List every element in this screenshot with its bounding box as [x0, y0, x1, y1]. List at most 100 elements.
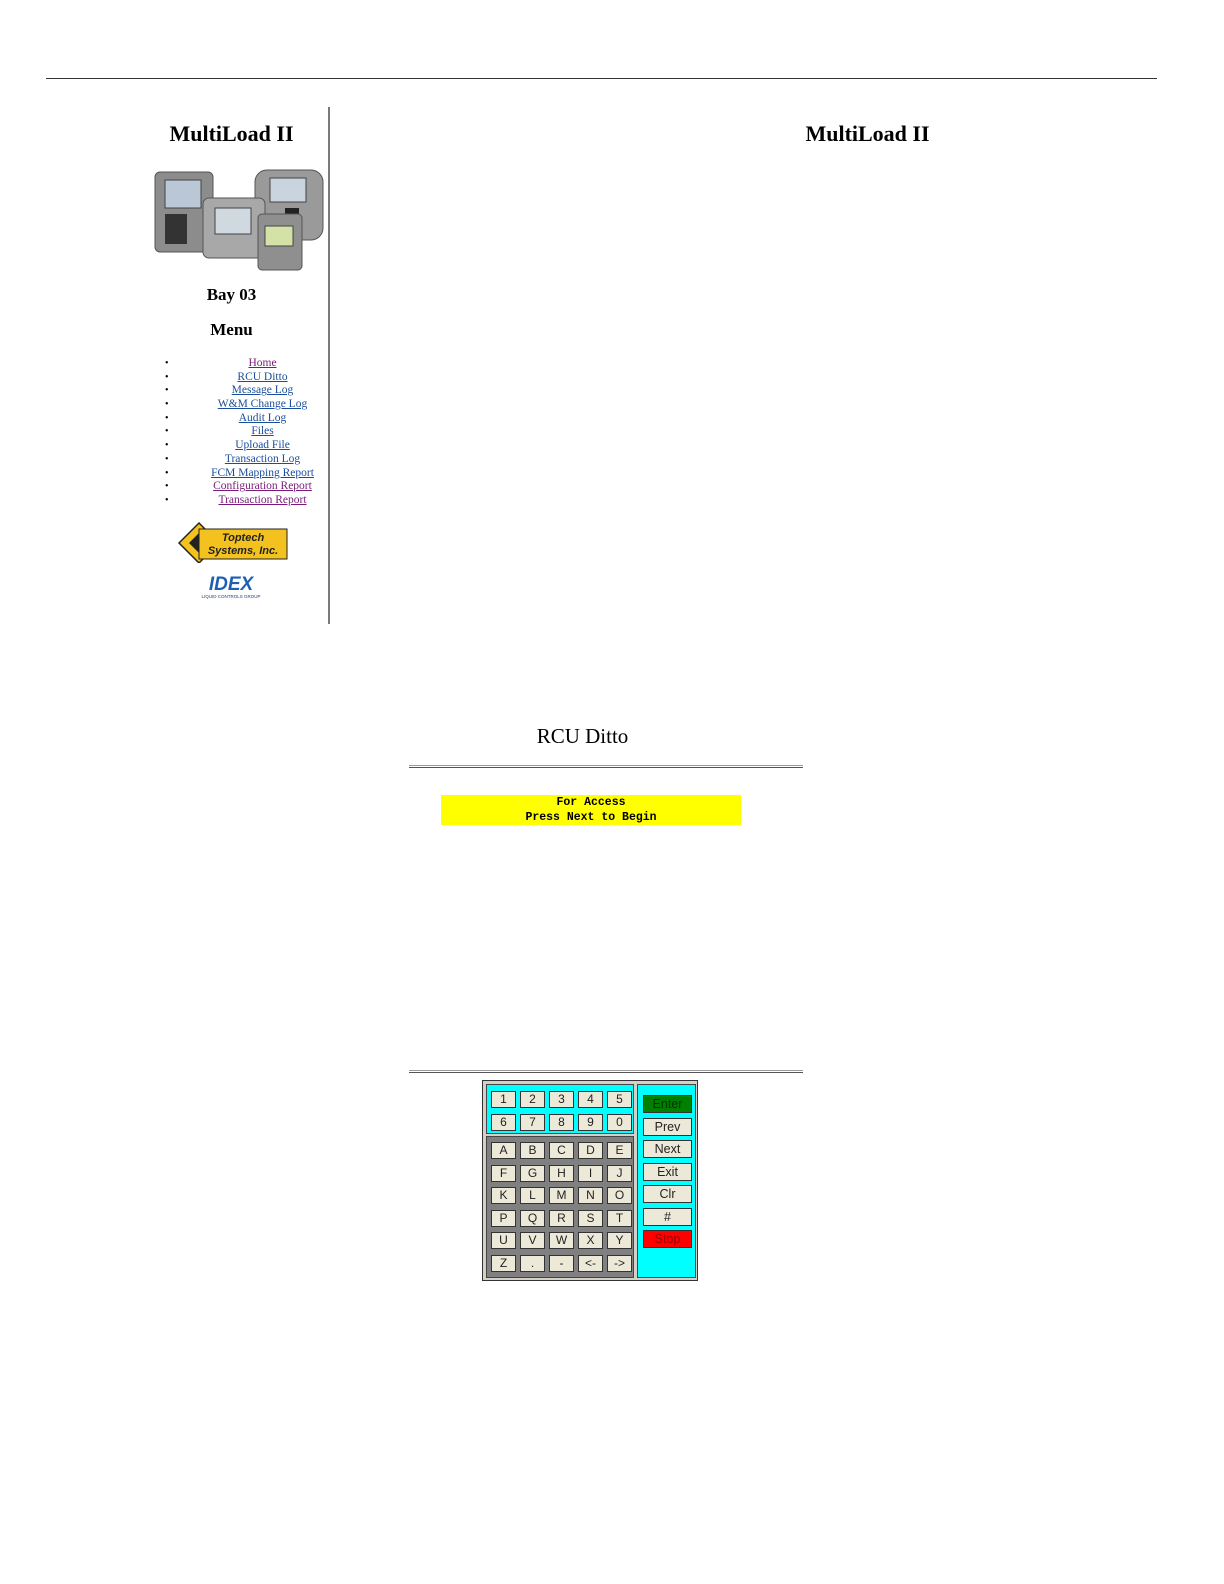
prev-button[interactable]: Prev: [643, 1117, 692, 1136]
key-2[interactable]: 2: [520, 1091, 545, 1108]
menu-link-rcu-ditto[interactable]: RCU Ditto: [237, 371, 287, 383]
page-title: MultiLoad II: [805, 121, 930, 146]
bullet-icon: •: [165, 494, 169, 506]
menu-list: • Home • RCU Ditto • Message Log • W&M Change L…: [135, 357, 360, 508]
menu-item: • Message Log: [135, 384, 360, 398]
menu-link-home[interactable]: Home: [248, 357, 276, 369]
key-k[interactable]: K: [491, 1187, 516, 1204]
key-b[interactable]: B: [520, 1142, 545, 1159]
key-4[interactable]: 4: [578, 1091, 603, 1108]
toptech-logo: Toptech Systems, Inc.: [177, 521, 288, 563]
key-z[interactable]: Z: [491, 1254, 516, 1272]
exit-button[interactable]: Exit: [643, 1162, 692, 1181]
key-y[interactable]: Y: [607, 1232, 632, 1249]
key-back[interactable]: <-: [578, 1254, 603, 1272]
function-keypad: Enter Prev Next Exit Clr # Stop: [637, 1084, 696, 1278]
menu-item: • Configuration Report: [135, 480, 360, 494]
menu-link-w-m-change-log[interactable]: W&M Change Log: [218, 398, 307, 410]
key-p[interactable]: P: [491, 1209, 516, 1227]
rcu-display: For Access Press Next to Begin: [441, 795, 741, 825]
key-g[interactable]: G: [520, 1164, 545, 1182]
numeric-keypad: 12345 67890: [486, 1084, 634, 1134]
keypad: 12345 67890 A B C D E F G H I J K L M N O P Q R S T U V W X Y Z. - <…: [482, 1080, 698, 1281]
key-h[interactable]: H: [549, 1164, 574, 1182]
menu-item: • RCU Ditto: [135, 371, 360, 385]
menu-link-fcm-mapping-report[interactable]: FCM Mapping Report: [211, 467, 314, 479]
key-5[interactable]: 5: [607, 1091, 632, 1108]
key-i[interactable]: I: [578, 1164, 603, 1182]
menu-item: • FCM Mapping Report: [135, 467, 360, 481]
bullet-icon: •: [165, 426, 169, 438]
menu-item: • Files: [135, 425, 360, 439]
bullet-icon: •: [165, 440, 169, 452]
display-line-2: Press Next to Begin: [525, 811, 657, 824]
bullet-icon: •: [165, 399, 169, 411]
key-a[interactable]: A: [491, 1142, 516, 1159]
clr-button[interactable]: Clr: [643, 1185, 692, 1203]
menu-link-files[interactable]: Files: [251, 425, 273, 437]
menu-link-transaction-report[interactable]: Transaction Report: [218, 494, 306, 506]
rcu-title: RCU Ditto: [536, 724, 629, 748]
alpha-keypad: A B C D E F G H I J K L M N O P Q R S T U V W X Y Z. - <- ->: [486, 1136, 634, 1278]
key-u[interactable]: U: [491, 1232, 516, 1249]
key-f[interactable]: F: [491, 1164, 516, 1182]
key-n[interactable]: N: [578, 1187, 603, 1204]
key-l[interactable]: L: [520, 1187, 545, 1204]
menu-item: • Transaction Report: [135, 494, 360, 508]
key-3[interactable]: 3: [549, 1091, 574, 1108]
menu-link-message-log[interactable]: Message Log: [232, 384, 294, 396]
menu-link-upload-file[interactable]: Upload File: [235, 439, 290, 451]
key-s[interactable]: S: [578, 1209, 603, 1227]
stop-button[interactable]: Stop: [643, 1230, 692, 1248]
menu-item: • Home: [135, 357, 360, 371]
key-1[interactable]: 1: [491, 1091, 516, 1108]
bullet-icon: •: [165, 385, 169, 397]
menu-link-audit-log[interactable]: Audit Log: [239, 412, 287, 424]
bay-label: Bay 03: [206, 285, 257, 304]
key-dash[interactable]: -: [549, 1254, 574, 1272]
key-8[interactable]: 8: [549, 1113, 574, 1131]
bullet-icon: •: [165, 371, 169, 383]
key-o[interactable]: O: [607, 1187, 632, 1204]
key-0[interactable]: 0: [607, 1113, 632, 1131]
bullet-icon: •: [165, 412, 169, 424]
next-button[interactable]: Next: [643, 1140, 692, 1158]
product-image: [154, 169, 324, 271]
svg-text:Systems, Inc.: Systems, Inc.: [208, 545, 278, 557]
key-v[interactable]: V: [520, 1232, 545, 1249]
key-d[interactable]: D: [578, 1142, 603, 1159]
rcu-bottom-divider: [409, 1070, 803, 1073]
enter-button[interactable]: Enter: [643, 1095, 692, 1113]
menu-item: • Upload File: [135, 439, 360, 453]
key-x[interactable]: X: [578, 1232, 603, 1249]
key-m[interactable]: M: [549, 1187, 574, 1204]
bullet-icon: •: [165, 481, 169, 493]
top-divider: [46, 78, 1157, 79]
hash-button[interactable]: #: [643, 1207, 692, 1226]
menu-item: • Transaction Log: [135, 453, 360, 467]
key-e[interactable]: E: [607, 1142, 632, 1159]
key-j[interactable]: J: [607, 1164, 632, 1182]
bullet-icon: •: [165, 467, 169, 479]
key-6[interactable]: 6: [491, 1113, 516, 1131]
display-line-1: For Access: [556, 796, 626, 809]
menu-link-configuration-report[interactable]: Configuration Report: [213, 480, 312, 492]
svg-text:IDEX: IDEX: [209, 574, 255, 595]
rcu-top-divider: [409, 765, 803, 768]
key-r[interactable]: R: [549, 1209, 574, 1227]
svg-text:Toptech: Toptech: [222, 532, 265, 544]
key-c[interactable]: C: [549, 1142, 574, 1159]
key-9[interactable]: 9: [578, 1113, 603, 1131]
sidebar: MultiLoad II Bay 03 Menu • Home • RCU Ditto…: [135, 107, 330, 624]
bullet-icon: •: [165, 358, 169, 369]
bullet-icon: •: [165, 453, 169, 465]
key-7[interactable]: 7: [520, 1113, 545, 1131]
key-forward[interactable]: ->: [607, 1254, 632, 1272]
menu-heading: Menu: [210, 320, 253, 339]
key-w[interactable]: W: [549, 1232, 574, 1249]
idex-logo: IDEX LIQUID CONTROLS GROUP: [201, 574, 260, 599]
key-dot[interactable]: .: [520, 1254, 545, 1272]
key-t[interactable]: T: [607, 1209, 632, 1227]
key-q[interactable]: Q: [520, 1209, 545, 1227]
menu-link-transaction-log[interactable]: Transaction Log: [225, 453, 300, 465]
